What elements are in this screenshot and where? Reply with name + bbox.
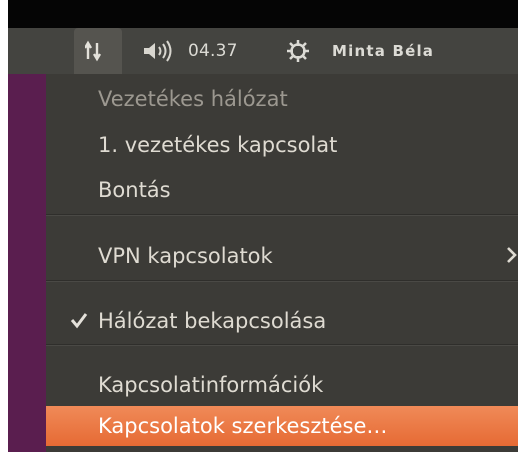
wired-network-header: Vezetékes hálózat (46, 80, 518, 117)
menu-item-vpn-connections[interactable]: VPN kapcsolatok (46, 237, 518, 274)
chevron-right-icon (507, 247, 517, 263)
network-menu: Vezetékes hálózat 1. vezetékes kapcsolat… (46, 74, 518, 452)
speaker-volume-icon (144, 40, 172, 62)
menu-separator (46, 280, 518, 282)
menu-item-disconnect[interactable]: Bontás (46, 171, 518, 208)
vpn-connections-label: VPN kapcsolatok (98, 243, 273, 268)
wired-network-header-label: Vezetékes hálózat (98, 86, 288, 111)
power-gear-icon (287, 40, 309, 62)
clock[interactable]: 04.37 (188, 28, 238, 74)
desktop-screen: 04.37 Minta Béla Vezetékes hálózat 1. ve… (8, 0, 518, 452)
check-icon (70, 313, 88, 329)
menu-item-enable-networking[interactable]: Hálózat bekapcsolása (46, 302, 518, 339)
enable-networking-label: Hálózat bekapcsolása (98, 308, 327, 333)
menu-item-edit-connections[interactable]: Kapcsolatok szerkesztése… (46, 406, 518, 446)
menu-item-connection-info[interactable]: Kapcsolatinformációk (46, 366, 518, 403)
user-name[interactable]: Minta Béla (332, 28, 434, 74)
wired-connection-label: 1. vezetékes kapcsolat (98, 132, 338, 157)
menu-separator (46, 344, 518, 346)
edit-connections-label: Kapcsolatok szerkesztése… (98, 414, 388, 438)
connection-info-label: Kapcsolatinformációk (98, 372, 324, 397)
sound-indicator[interactable] (138, 28, 180, 74)
network-up-down-icon (85, 40, 102, 62)
menu-separator (46, 214, 518, 216)
disconnect-label: Bontás (98, 177, 171, 202)
menu-item-wired-connection[interactable]: 1. vezetékes kapcsolat (46, 126, 518, 163)
session-indicator[interactable] (282, 28, 314, 74)
top-panel: 04.37 Minta Béla (8, 28, 518, 74)
screen-top-edge (8, 0, 518, 28)
network-indicator[interactable] (74, 28, 122, 74)
